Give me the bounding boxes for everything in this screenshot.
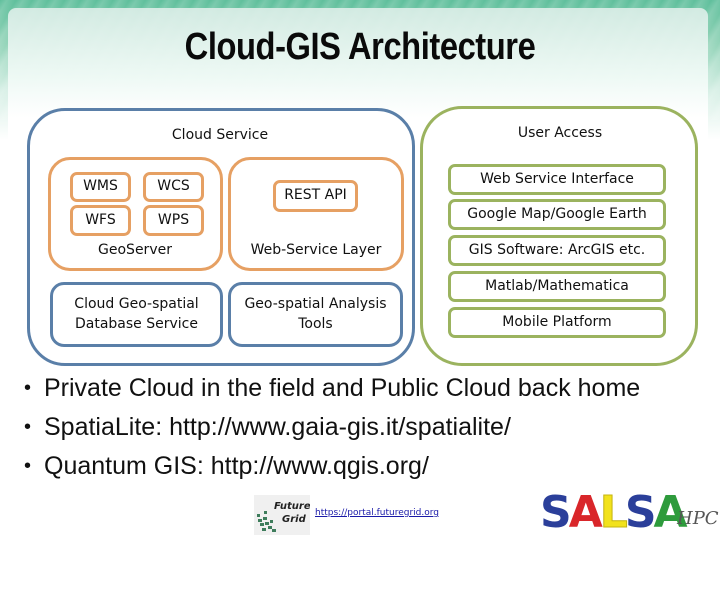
user-access-item: Google Map/Google Earth — [448, 199, 666, 230]
futuregrid-link[interactable]: https://portal.futuregrid.org — [315, 508, 439, 518]
bullet-dot-icon: • — [24, 416, 32, 438]
wps-box: WPS — [143, 205, 204, 236]
salsa-hpc-label: HPC — [677, 508, 719, 529]
geospatial-analysis-tools-box: Geo-spatial Analysis Tools — [228, 282, 403, 347]
cloud-geospatial-database-box: Cloud Geo-spatial Database Service — [50, 282, 223, 347]
salsa-letter: L — [599, 487, 628, 538]
user-access-item: Web Service Interface — [448, 164, 666, 195]
rest-api-box: REST API — [273, 180, 358, 212]
cloud-service-label: Cloud Service — [171, 127, 269, 143]
user-access-label: User Access — [517, 125, 603, 141]
salsa-letter: S — [540, 487, 572, 538]
bullet-item: • Private Cloud in the field and Public C… — [24, 370, 640, 409]
wfs-box: WFS — [70, 205, 131, 236]
web-service-layer-label: Web-Service Layer — [250, 242, 382, 258]
salsa-letter: S — [624, 487, 657, 538]
bullet-item: • SpatiaLite: http://www.gaia-gis.it/spat… — [24, 409, 640, 448]
bullet-text: SpatiaLite: http://www.gaia-gis.it/spati… — [44, 413, 511, 441]
wcs-box: WCS — [143, 172, 204, 202]
salsa-letter: A — [568, 487, 603, 538]
geoserver-label: GeoServer — [98, 242, 172, 258]
user-access-item: Mobile Platform — [448, 307, 666, 338]
bullet-text: Private Cloud in the field and Public Cl… — [44, 374, 641, 402]
futuregrid-logo-word2: Grid — [282, 514, 307, 525]
user-access-item: Matlab/Mathematica — [448, 271, 666, 302]
user-access-item: GIS Software: ArcGIS etc. — [448, 235, 666, 266]
slide-title: Cloud-GIS Architecture — [184, 26, 536, 68]
futuregrid-logo-graphic: Future Grid — [254, 495, 311, 535]
futuregrid-logo: Future Grid — [254, 495, 311, 535]
futuregrid-logo-word1: Future — [274, 501, 310, 512]
bullet-text: Quantum GIS: http://www.qgis.org/ — [44, 452, 429, 480]
bullet-dot-icon: • — [24, 455, 32, 477]
bullet-dot-icon: • — [24, 377, 32, 399]
bullet-item: • Quantum GIS: http://www.qgis.org/ — [24, 448, 640, 487]
salsa-logo: SALSA — [540, 487, 688, 538]
wms-box: WMS — [70, 172, 131, 202]
bullet-list: • Private Cloud in the field and Public C… — [24, 370, 640, 487]
